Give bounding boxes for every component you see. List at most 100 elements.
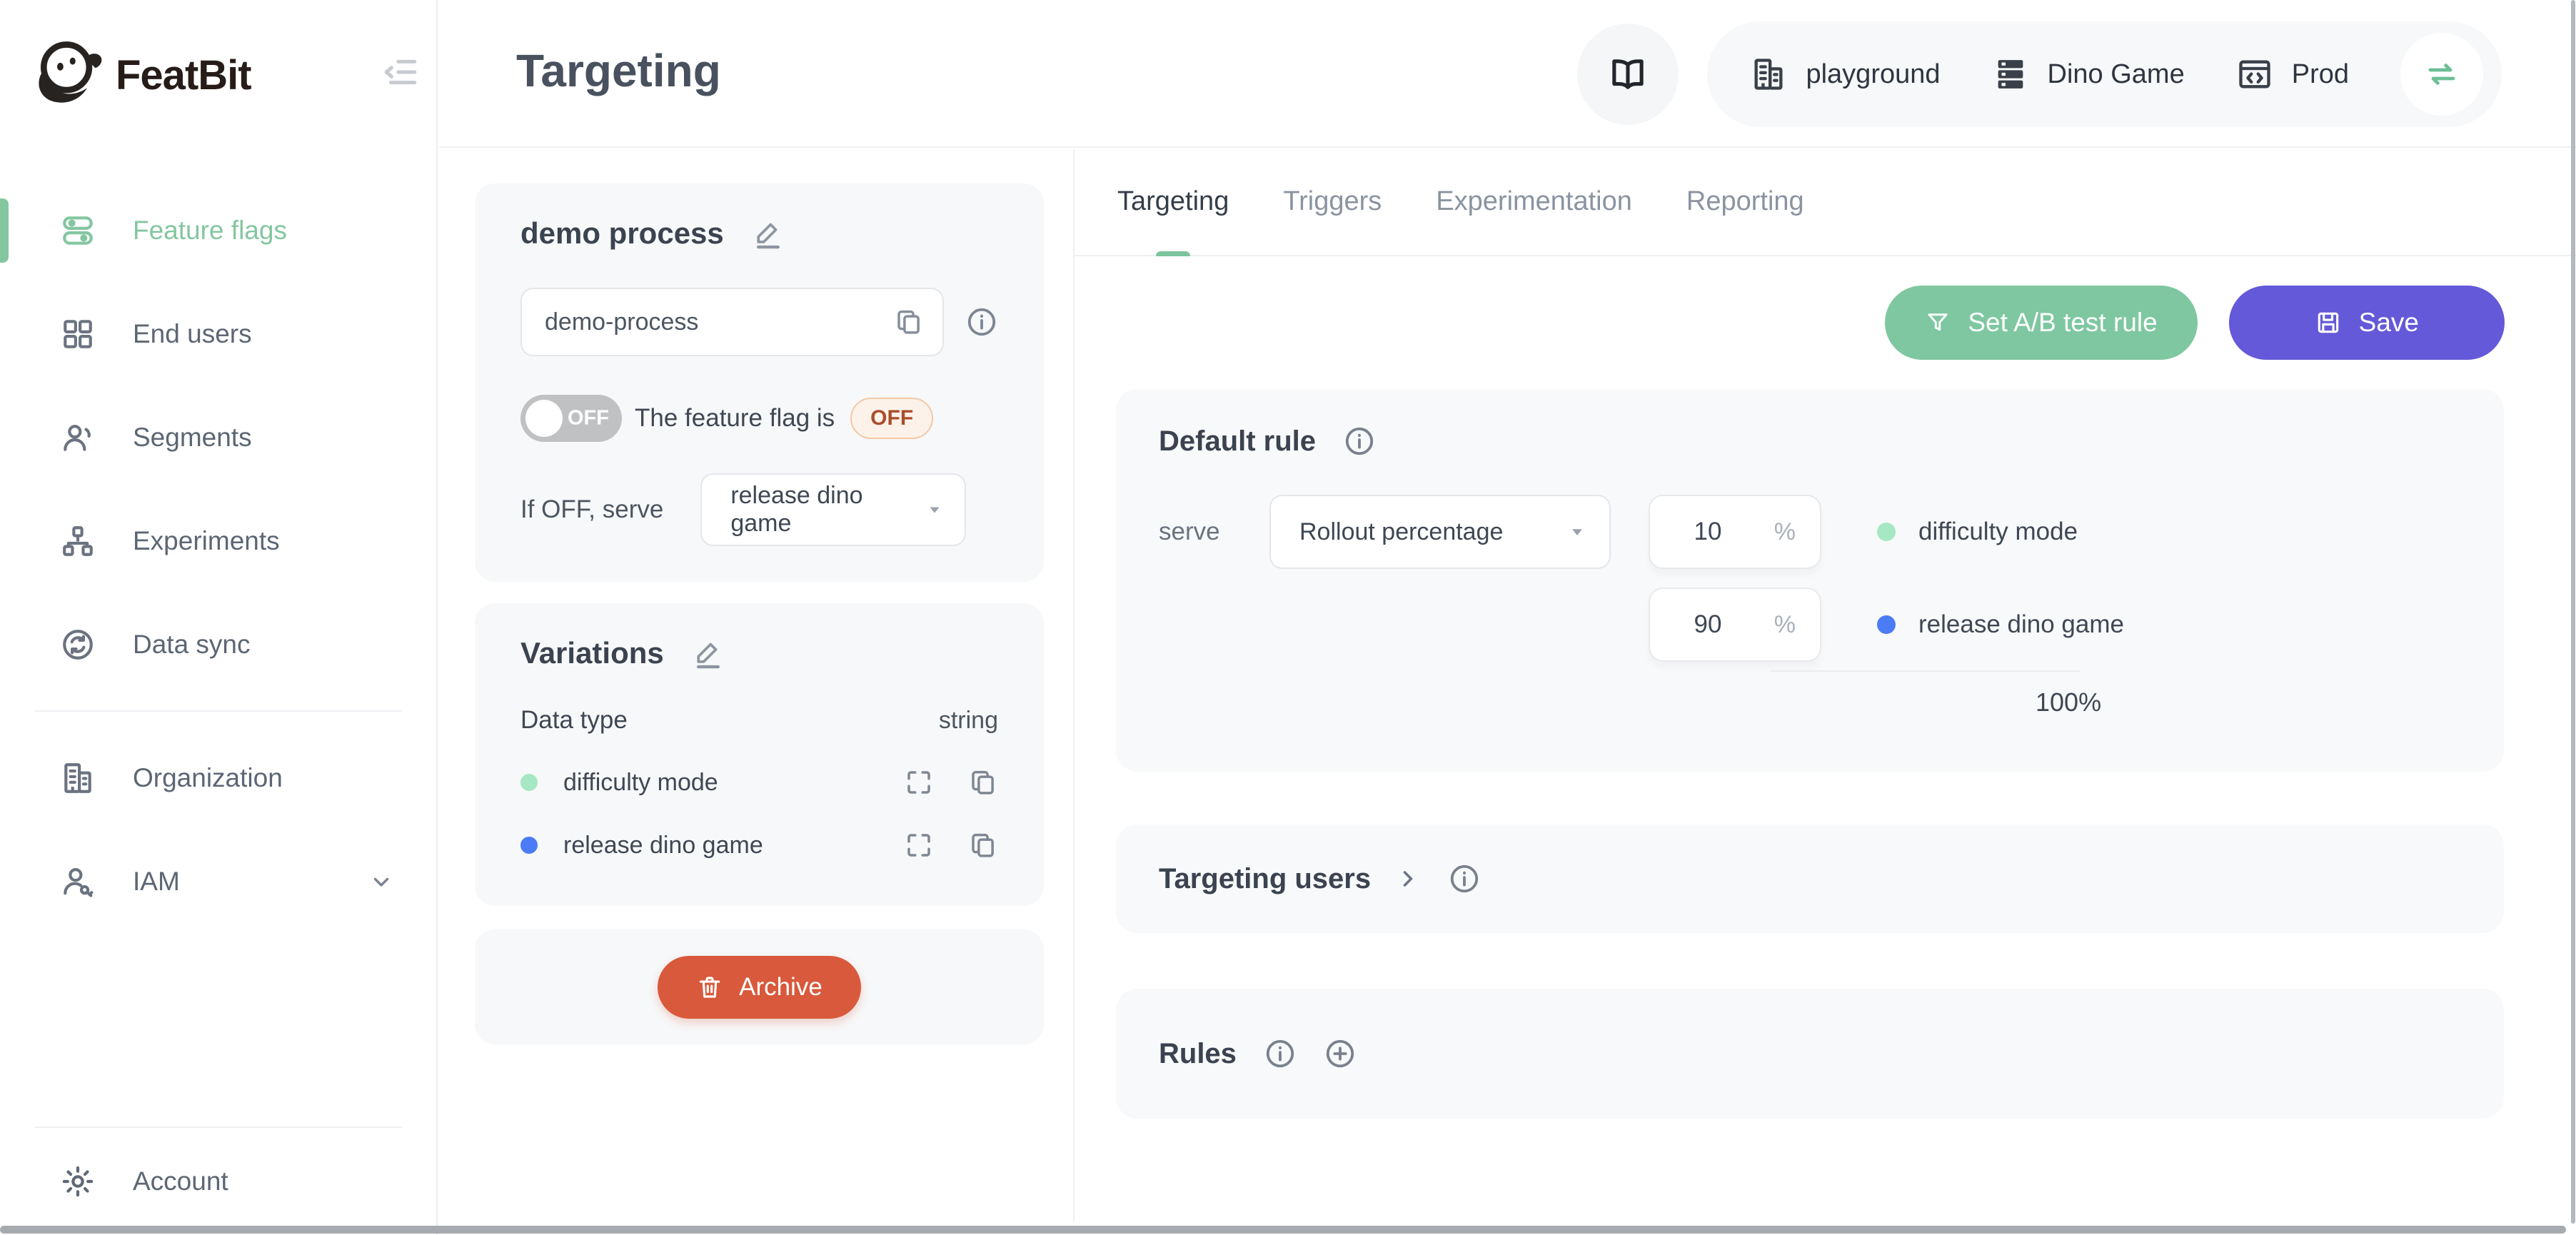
toggle-label: OFF xyxy=(568,407,609,430)
info-icon[interactable] xyxy=(1264,1037,1297,1070)
funnel-icon xyxy=(1925,310,1951,336)
targeting-users-card[interactable]: Targeting users xyxy=(1116,825,2504,933)
sidebar-collapse-icon[interactable] xyxy=(383,54,419,90)
toggle-knob xyxy=(525,400,563,437)
tab-experimentation[interactable]: Experimentation xyxy=(1436,148,1632,255)
flag-info-card: demo process OFF The feature flag is OFF… xyxy=(475,183,1044,582)
flag-key-input[interactable] xyxy=(545,308,894,336)
info-icon[interactable] xyxy=(1448,862,1481,895)
tab-targeting[interactable]: Targeting xyxy=(1117,148,1229,255)
save-icon xyxy=(2315,309,2342,336)
data-type-label: Data type xyxy=(520,706,628,735)
chevron-right-icon xyxy=(1395,866,1421,892)
chevron-down-icon xyxy=(369,869,393,894)
env-name: Prod xyxy=(2292,59,2349,90)
project-selector[interactable]: playground xyxy=(1750,56,1940,93)
sidebar-divider xyxy=(34,710,402,712)
experiments-icon xyxy=(60,523,96,559)
flag-enabled-toggle[interactable]: OFF xyxy=(520,395,622,442)
flag-key-field xyxy=(520,288,944,356)
edit-flag-name-icon[interactable] xyxy=(753,218,784,249)
flag-tabs: Targeting Triggers Experimentation Repor… xyxy=(1075,148,2576,256)
default-rule-card: Default rule serve Rollout percentage % … xyxy=(1116,389,2504,772)
sidebar: FeatBit Feature flags End users Segments… xyxy=(0,0,438,1235)
archive-button[interactable]: Archive xyxy=(658,956,861,1019)
end-users-icon xyxy=(60,316,96,352)
book-icon xyxy=(1608,54,1648,94)
gear-icon xyxy=(60,1164,96,1199)
default-rule-title: Default rule xyxy=(1159,425,1316,458)
vertical-scrollbar[interactable] xyxy=(2571,0,2575,1224)
switch-environment-button[interactable] xyxy=(2400,33,2483,116)
save-button[interactable]: Save xyxy=(2229,286,2505,360)
rollout-row: % release dino game xyxy=(1649,588,2124,662)
featbit-logo-icon xyxy=(30,37,106,109)
variation-color-dot xyxy=(1877,615,1896,634)
sidebar-item-feature-flags[interactable]: Feature flags xyxy=(0,178,436,282)
serve-type-select[interactable]: Rollout percentage xyxy=(1269,495,1611,569)
sidebar-item-account[interactable]: Account xyxy=(0,1128,436,1235)
targeting-content: Set A/B test rule Save Default rule serv… xyxy=(1075,256,2576,1222)
product-selector[interactable]: Dino Game xyxy=(1992,56,2185,93)
serve-label: serve xyxy=(1159,518,1269,546)
variations-title: Variations xyxy=(520,636,664,670)
rollout-list: % difficulty mode % release dino game xyxy=(1649,495,2124,662)
sidebar-header: FeatBit xyxy=(0,0,436,150)
page-title: Targeting xyxy=(516,44,721,97)
sidebar-footer: Account xyxy=(0,1126,436,1235)
flag-summary-column: demo process OFF The feature flag is OFF… xyxy=(475,183,1044,1044)
tab-triggers[interactable]: Triggers xyxy=(1283,148,1382,255)
targeting-users-title: Targeting users xyxy=(1159,863,1371,895)
archive-card: Archive xyxy=(475,929,1044,1044)
set-ab-test-rule-button[interactable]: Set A/B test rule xyxy=(1885,286,2197,360)
status-badge: OFF xyxy=(850,398,933,439)
info-icon[interactable] xyxy=(965,306,998,338)
rollout-total: 100% xyxy=(2036,687,2101,717)
tab-reporting[interactable]: Reporting xyxy=(1686,148,1804,255)
expand-icon[interactable] xyxy=(904,830,934,860)
variation-color-dot xyxy=(520,774,538,791)
copy-icon[interactable] xyxy=(968,830,998,860)
expand-icon[interactable] xyxy=(904,767,934,797)
feature-flags-icon xyxy=(60,213,96,248)
data-sync-icon xyxy=(60,627,96,662)
copy-icon[interactable] xyxy=(968,767,998,797)
if-off-serve-label: If OFF, serve xyxy=(520,495,663,524)
horizontal-scrollbar[interactable] xyxy=(0,1226,2566,1234)
off-variation-select[interactable]: release dino game xyxy=(700,473,966,546)
sidebar-item-segments[interactable]: Segments xyxy=(0,385,436,489)
percentage-input[interactable] xyxy=(1669,610,1747,639)
documentation-button[interactable] xyxy=(1577,24,1679,125)
rollout-total-divider xyxy=(1771,670,2080,672)
environment-selector: playground Dino Game Prod xyxy=(1707,21,2502,127)
caret-down-icon xyxy=(1566,521,1588,543)
variation-row: release dino game xyxy=(520,830,998,860)
data-type-value: string xyxy=(939,707,998,735)
project-name: playground xyxy=(1806,59,1940,90)
sidebar-item-organization[interactable]: Organization xyxy=(0,726,436,830)
actions-row: Set A/B test rule Save xyxy=(1116,286,2505,360)
percentage-field: % xyxy=(1649,495,1821,569)
sidebar-item-experiments[interactable]: Experiments xyxy=(0,489,436,593)
edit-variations-icon[interactable] xyxy=(693,637,724,669)
info-icon[interactable] xyxy=(1343,425,1376,458)
building-icon xyxy=(1750,56,1787,93)
variation-color-dot xyxy=(520,837,538,854)
variation-color-dot xyxy=(1877,523,1896,541)
iam-icon xyxy=(60,864,96,899)
percentage-field: % xyxy=(1649,588,1821,662)
add-rule-icon[interactable] xyxy=(1324,1037,1357,1070)
sidebar-item-data-sync[interactable]: Data sync xyxy=(0,593,436,696)
trash-icon xyxy=(696,974,723,1001)
sidebar-item-iam[interactable]: IAM xyxy=(0,830,436,933)
variation-row: difficulty mode xyxy=(520,767,998,797)
rules-card: Rules xyxy=(1116,989,2504,1119)
server-stack-icon xyxy=(1992,56,2029,93)
sidebar-item-end-users[interactable]: End users xyxy=(0,282,436,385)
percentage-input[interactable] xyxy=(1669,518,1747,546)
product-name: Dino Game xyxy=(2048,59,2185,90)
env-selector[interactable]: Prod xyxy=(2236,56,2349,93)
variations-card: Variations Data type string difficulty m… xyxy=(475,603,1044,906)
copy-icon[interactable] xyxy=(894,307,924,337)
active-indicator xyxy=(0,198,9,263)
